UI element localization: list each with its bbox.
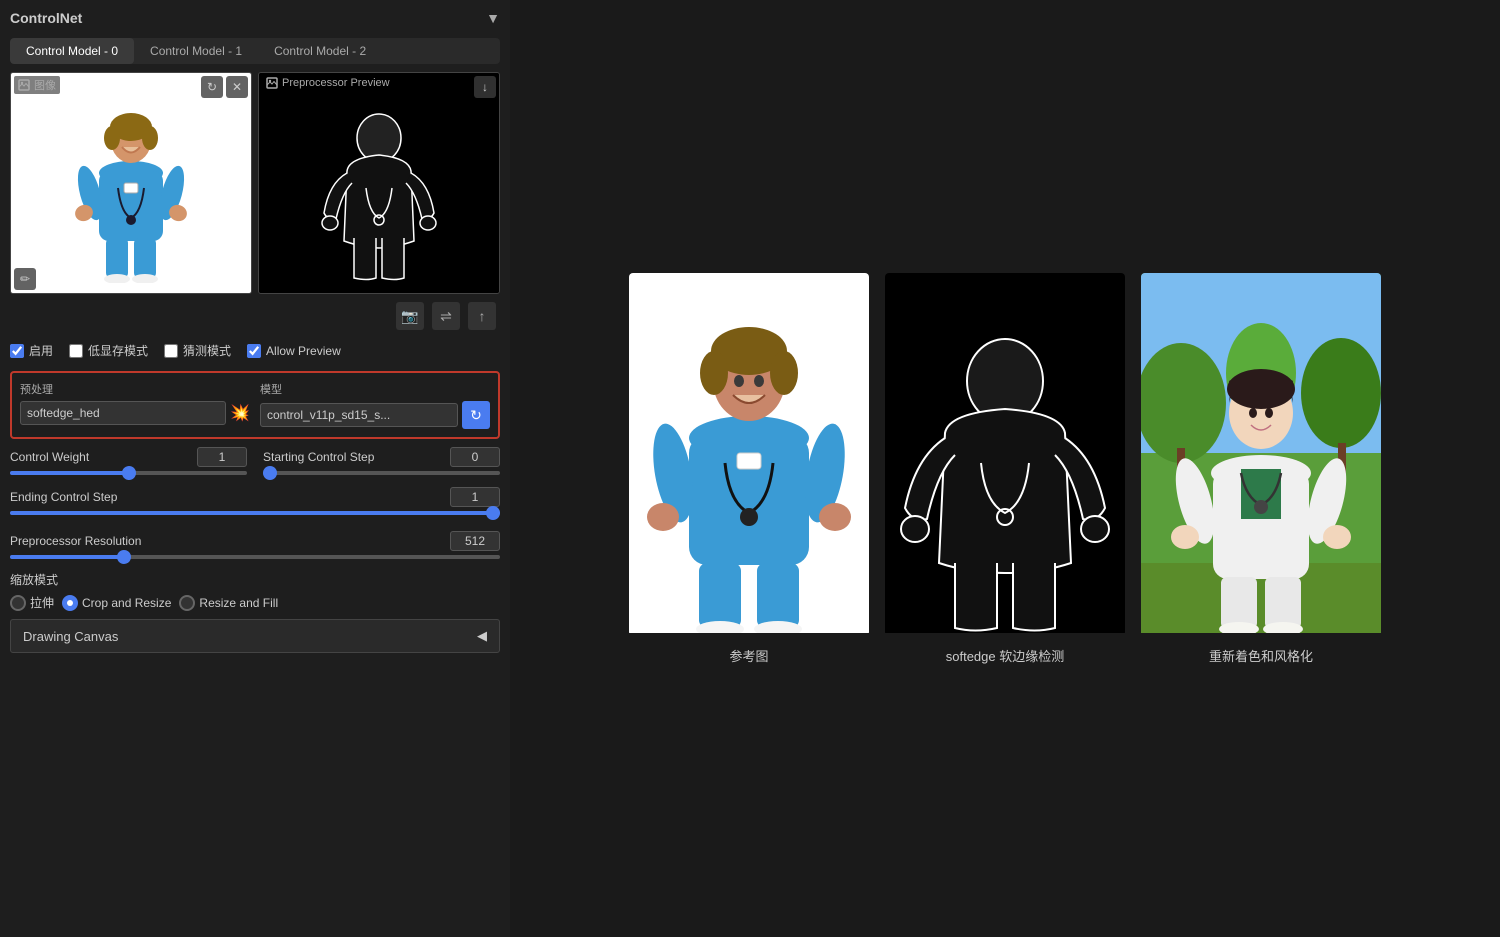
model-row: 预处理 softedge_hed 💥 模型 control_v11p_sd15_… — [20, 381, 490, 429]
gallery-edge-detection — [885, 273, 1125, 633]
model-col: 模型 control_v11p_sd15_s... ↻ — [260, 381, 490, 429]
gallery-item-reference: 参考图 — [629, 273, 869, 665]
zoom-resize-fill-btn[interactable] — [179, 595, 195, 611]
download-preview-btn[interactable]: ↓ — [474, 76, 496, 98]
upload-btn[interactable]: ↑ — [468, 302, 496, 330]
allow-preview-checkbox[interactable]: Allow Preview — [247, 344, 341, 358]
starting-step-value: 0 — [450, 447, 500, 467]
swap-btn[interactable]: ⇌ — [432, 302, 460, 330]
panel-header: ControlNet ▼ — [10, 10, 500, 26]
images-row: 图像 ↻ ✕ — [10, 72, 500, 294]
model-tabs: Control Model - 0 Control Model - 1 Cont… — [10, 38, 500, 64]
zoom-mode-radio-group: 拉伸 Crop and Resize Resize and Fill — [10, 594, 500, 611]
zoom-stretch[interactable]: 拉伸 — [10, 594, 54, 611]
enable-input[interactable] — [10, 344, 24, 358]
source-image-controls: ↻ ✕ — [201, 76, 248, 98]
ending-step-row: Ending Control Step 1 — [10, 483, 500, 519]
model-select-row: control_v11p_sd15_s... ↻ — [260, 401, 490, 429]
gallery-nurse-color — [629, 273, 869, 633]
low-vram-checkbox[interactable]: 低显存模式 — [69, 342, 148, 359]
starting-step-label: Starting Control Step — [263, 450, 374, 464]
zoom-mode-label: 缩放模式 — [10, 571, 500, 588]
edge-illustration — [314, 83, 444, 283]
model-select[interactable]: control_v11p_sd15_s... — [260, 403, 458, 427]
zoom-crop-resize[interactable]: Crop and Resize — [62, 594, 171, 611]
gallery-item-edge: softedge 软边缘检测 — [885, 273, 1125, 665]
drawing-canvas-row[interactable]: Drawing Canvas ◀ — [10, 619, 500, 653]
source-image-label: 图像 — [14, 76, 60, 94]
preview-image-controls: ↓ — [474, 76, 496, 98]
ending-step-value: 1 — [450, 487, 500, 507]
edit-source-btn[interactable]: ✏ — [14, 268, 36, 290]
control-weight-col: Control Weight 1 — [10, 447, 247, 475]
gallery-img-stylized — [1141, 273, 1381, 636]
enable-checkbox[interactable]: 启用 — [10, 342, 53, 359]
nurse-illustration — [66, 83, 196, 283]
refresh-source-btn[interactable]: ↻ — [201, 76, 223, 98]
image-icon — [18, 79, 30, 91]
action-icon-row: 📷 ⇌ ↑ — [10, 302, 500, 330]
gallery: 参考图 — [629, 273, 1381, 665]
source-image-content — [11, 73, 251, 293]
zoom-mode-section: 缩放模式 拉伸 Crop and Resize Resize and Fill — [10, 571, 500, 611]
resolution-label: Preprocessor Resolution — [10, 534, 141, 548]
fire-icon: 💥 — [230, 403, 250, 423]
panel-title: ControlNet — [10, 10, 82, 26]
preprocessor-select[interactable]: softedge_hed — [20, 401, 226, 425]
source-image-box: 图像 ↻ ✕ — [10, 72, 252, 294]
gallery-caption-edge: softedge 软边缘检测 — [946, 646, 1065, 665]
resolution-value: 512 — [450, 531, 500, 551]
allow-preview-input[interactable] — [247, 344, 261, 358]
model-section: 预处理 softedge_hed 💥 模型 control_v11p_sd15_… — [10, 371, 500, 439]
preprocessor-col: 预处理 softedge_hed 💥 — [20, 381, 250, 429]
ending-step-label: Ending Control Step — [10, 490, 117, 504]
right-panel: 参考图 — [510, 0, 1500, 937]
weight-step-row: Control Weight 1 Starting Control Step 0 — [10, 447, 500, 475]
low-vram-input[interactable] — [69, 344, 83, 358]
preview-image-label: Preprocessor Preview — [262, 76, 394, 90]
control-weight-label: Control Weight — [10, 450, 89, 464]
gallery-img-edge — [885, 273, 1125, 636]
zoom-stretch-btn[interactable] — [10, 595, 26, 611]
preprocessor-select-row: softedge_hed 💥 — [20, 401, 250, 425]
source-image-edit-btn: ✏ — [14, 268, 36, 290]
ending-step-header: Ending Control Step 1 — [10, 487, 500, 507]
resolution-slider[interactable] — [10, 555, 500, 559]
starting-step-col: Starting Control Step 0 — [263, 447, 500, 475]
options-row: 启用 低显存模式 猜测模式 Allow Preview — [10, 338, 500, 363]
preview-image-content — [259, 73, 499, 293]
starting-step-header: Starting Control Step 0 — [263, 447, 500, 467]
gallery-img-reference — [629, 273, 869, 636]
preprocessor-label: 预处理 — [20, 381, 250, 397]
tab-control-model-2[interactable]: Control Model - 2 — [258, 38, 382, 64]
gallery-caption-stylized: 重新着色和风格化 — [1209, 646, 1313, 665]
control-weight-header: Control Weight 1 — [10, 447, 247, 467]
resolution-header: Preprocessor Resolution 512 — [10, 531, 500, 551]
gallery-caption-reference: 参考图 — [729, 646, 768, 665]
guess-mode-input[interactable] — [164, 344, 178, 358]
camera-btn[interactable]: 📷 — [396, 302, 424, 330]
refresh-model-btn[interactable]: ↻ — [462, 401, 490, 429]
zoom-crop-resize-btn[interactable] — [62, 595, 78, 611]
starting-step-slider[interactable] — [263, 471, 500, 475]
gallery-item-stylized: 重新着色和风格化 — [1141, 273, 1381, 665]
control-weight-value: 1 — [197, 447, 247, 467]
preview-image-box: Preprocessor Preview ↓ — [258, 72, 500, 294]
preview-image-icon — [266, 77, 278, 89]
tab-control-model-1[interactable]: Control Model - 1 — [134, 38, 258, 64]
model-label: 模型 — [260, 381, 490, 397]
guess-mode-checkbox[interactable]: 猜测模式 — [164, 342, 231, 359]
drawing-canvas-arrow: ◀ — [477, 628, 487, 644]
zoom-resize-fill[interactable]: Resize and Fill — [179, 594, 278, 611]
drawing-canvas-label: Drawing Canvas — [23, 629, 118, 644]
left-panel: ControlNet ▼ Control Model - 0 Control M… — [0, 0, 510, 937]
panel-collapse-arrow[interactable]: ▼ — [486, 10, 500, 26]
resolution-row: Preprocessor Resolution 512 — [10, 527, 500, 563]
ending-step-slider[interactable] — [10, 511, 500, 515]
gallery-stylized — [1141, 273, 1381, 633]
tab-control-model-0[interactable]: Control Model - 0 — [10, 38, 134, 64]
close-source-btn[interactable]: ✕ — [226, 76, 248, 98]
control-weight-slider[interactable] — [10, 471, 247, 475]
